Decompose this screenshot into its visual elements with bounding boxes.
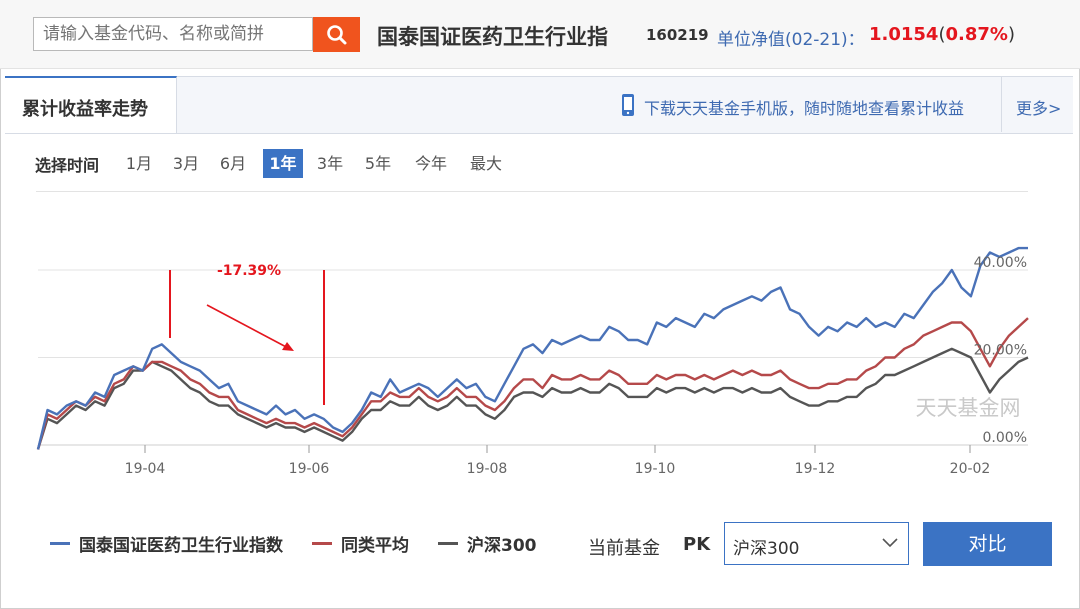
legend-swatch — [312, 541, 332, 545]
fund-code: 160219 — [646, 26, 709, 44]
nav-paren-open: ( — [938, 24, 946, 45]
current-fund-label: 当前基金 — [588, 538, 660, 559]
legend-swatch — [438, 541, 458, 545]
x-tick-label: 19-12 — [795, 461, 836, 477]
nav-value: 1.0154 — [869, 24, 939, 45]
x-tick-label: 19-06 — [289, 461, 330, 477]
legend-label: 同类平均 — [341, 535, 409, 556]
time-option-1y[interactable]: 1年 — [263, 149, 303, 178]
watermark-text: 天天基金网 — [916, 396, 1021, 420]
x-tick-label: 20-02 — [950, 461, 991, 477]
top-bar: 国泰国证医药卫生行业指 160219 单位净值(02-21)： 1.0154(0… — [0, 0, 1080, 69]
y-tick-label: 20.00% — [974, 343, 1027, 359]
y-tick-label: 0.00% — [983, 430, 1027, 446]
time-option-5y[interactable]: 5年 — [358, 149, 398, 178]
y-tick-label: 40.00% — [974, 255, 1027, 271]
compare-button[interactable]: 对比 — [923, 522, 1052, 566]
time-option-3y[interactable]: 3年 — [310, 149, 350, 178]
tab-label: 累计收益率走势 — [22, 99, 148, 120]
time-option-1m[interactable]: 1月 — [119, 149, 159, 178]
legend-swatch — [50, 541, 70, 545]
chevron-down-icon — [882, 538, 898, 548]
legend-label: 国泰国证医药卫生行业指数 — [79, 535, 283, 556]
legend-item-csi300[interactable]: 沪深300 — [438, 533, 537, 556]
series-line-0 — [36, 246, 1028, 450]
fund-name: 国泰国证医药卫生行业指 — [377, 25, 608, 49]
x-tick-label: 19-10 — [635, 461, 676, 477]
nav-paren-close: ) — [1007, 24, 1015, 45]
time-option-max[interactable]: 最大 — [464, 149, 508, 178]
select-value: 沪深300 — [733, 539, 800, 559]
nav-change: 0.87% — [945, 24, 1008, 45]
search-button[interactable] — [313, 17, 360, 52]
search-box[interactable] — [33, 17, 313, 51]
search-icon — [326, 24, 346, 44]
search-input[interactable] — [34, 18, 313, 50]
legend-item-category-avg[interactable]: 同类平均 — [312, 533, 409, 556]
time-range-label: 选择时间 — [35, 156, 100, 175]
nav-label: 单位净值(02-21)： — [717, 30, 865, 50]
pk-label: PK — [683, 534, 711, 555]
time-option-3m[interactable]: 3月 — [166, 149, 206, 178]
legend-item-fund[interactable]: 国泰国证医药卫生行业指数 — [50, 533, 283, 556]
time-option-ytd[interactable]: 今年 — [409, 149, 453, 178]
phone-icon — [622, 94, 634, 116]
benchmark-select[interactable]: 沪深300 — [724, 522, 909, 565]
x-tick-label: 19-04 — [125, 461, 166, 477]
more-link[interactable]: 更多> — [1016, 95, 1061, 119]
divider — [36, 191, 1028, 192]
legend-label: 沪深300 — [467, 535, 537, 556]
divider — [1001, 77, 1002, 132]
app-download-link[interactable]: 下载天天基金手机版，随时随地查看累计收益 — [644, 95, 964, 119]
drawdown-arrow — [206, 304, 291, 350]
time-option-6m[interactable]: 6月 — [213, 149, 253, 178]
x-tick-label: 19-08 — [467, 461, 508, 477]
return-chart: 天天基金网 19-04 19-06 19-08 19-10 19-12 20-02 0.0… — [36, 246, 1029, 477]
drawdown-label: -17.39% — [217, 263, 281, 279]
nav-value-group: 1.0154(0.87%) — [869, 24, 1015, 45]
